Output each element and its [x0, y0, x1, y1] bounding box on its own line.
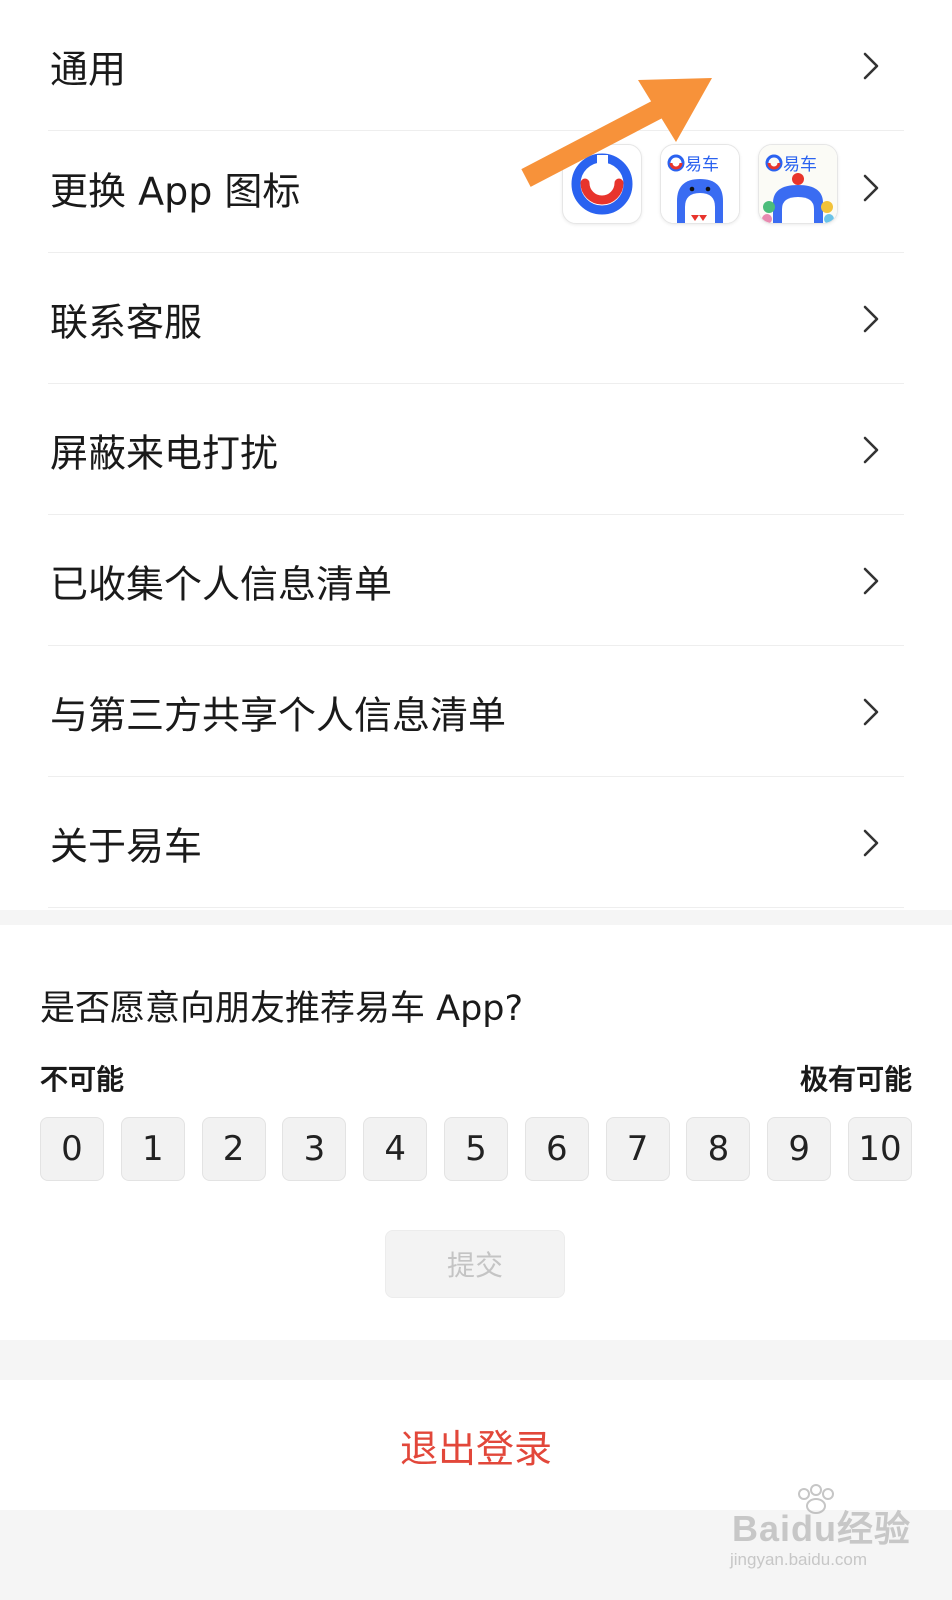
app-icon-brand: 易车: [783, 155, 817, 175]
chevron-right-icon: [863, 567, 879, 594]
submit-button[interactable]: 提交: [385, 1230, 565, 1298]
score-button-9[interactable]: 9: [767, 1117, 832, 1181]
chevron-right-icon: [863, 698, 879, 725]
app-icon-brand: 易车: [685, 155, 719, 175]
recommend-survey: 是否愿意向朋友推荐易车 App? 不可能 极有可能 0 1 2 3 4 5 6 …: [0, 925, 952, 1340]
menu-item-label: 联系客服: [50, 300, 203, 344]
score-options: 0 1 2 3 4 5 6 7 8 9 10: [40, 1117, 912, 1181]
scale-high-label: 极有可能: [799, 1063, 912, 1096]
score-button-2[interactable]: 2: [201, 1117, 266, 1181]
menu-item-collected-info-list[interactable]: 已收集个人信息清单: [0, 515, 952, 646]
survey-question: 是否愿意向朋友推荐易车 App?: [40, 989, 524, 1029]
chevron-right-icon: [863, 829, 879, 856]
watermark-url: jingyan.baidu.com: [730, 1550, 868, 1569]
menu-item-contact-support[interactable]: 联系客服: [0, 253, 952, 384]
menu-item-general[interactable]: 通用: [0, 0, 952, 131]
yiche-shark-festival-icon[interactable]: 易车: [758, 144, 838, 224]
menu-item-label: 与第三方共享个人信息清单: [50, 693, 507, 737]
menu-item-change-app-icon[interactable]: 更换 App 图标 易车 易车: [0, 122, 952, 253]
score-button-1[interactable]: 1: [120, 1117, 185, 1181]
menu-item-label: 通用: [50, 47, 127, 91]
chevron-right-icon: [863, 305, 879, 332]
settings-menu-list: 通用 更换 App 图标 易车 易车 联系客服 屏蔽来电打扰 已收集个人信息清单…: [0, 0, 952, 910]
score-button-6[interactable]: 6: [524, 1117, 589, 1181]
score-button-5[interactable]: 5: [444, 1117, 508, 1181]
menu-item-label: 更换 App 图标: [50, 169, 301, 213]
chevron-right-icon: [863, 52, 879, 79]
score-button-8[interactable]: 8: [686, 1117, 751, 1181]
chevron-right-icon: [863, 436, 879, 463]
yiche-logo-icon[interactable]: [562, 144, 642, 224]
yiche-shark-icon[interactable]: 易车: [660, 144, 740, 224]
divider: [48, 907, 904, 908]
menu-item-third-party-sharing-list[interactable]: 与第三方共享个人信息清单: [0, 646, 952, 777]
score-button-0[interactable]: 0: [40, 1117, 104, 1181]
score-button-4[interactable]: 4: [363, 1117, 428, 1181]
score-button-7[interactable]: 7: [605, 1117, 670, 1181]
menu-item-about[interactable]: 关于易车: [0, 777, 952, 908]
menu-item-label: 已收集个人信息清单: [50, 562, 393, 606]
logout-label: 退出登录: [399, 1426, 552, 1471]
score-button-10[interactable]: 10: [848, 1117, 912, 1181]
menu-item-block-calls[interactable]: 屏蔽来电打扰: [0, 384, 952, 515]
menu-item-label: 屏蔽来电打扰: [50, 431, 279, 475]
app-icon-options: 易车 易车: [562, 144, 852, 228]
menu-item-label: 关于易车: [50, 824, 203, 868]
chevron-right-icon: [863, 174, 879, 201]
scale-low-label: 不可能: [40, 1063, 125, 1096]
baidu-jingyan-watermark: Baidu经验 jingyan.baidu.com: [728, 1484, 928, 1582]
score-button-3[interactable]: 3: [282, 1117, 347, 1181]
watermark-brand: Baidu经验: [732, 1508, 912, 1549]
